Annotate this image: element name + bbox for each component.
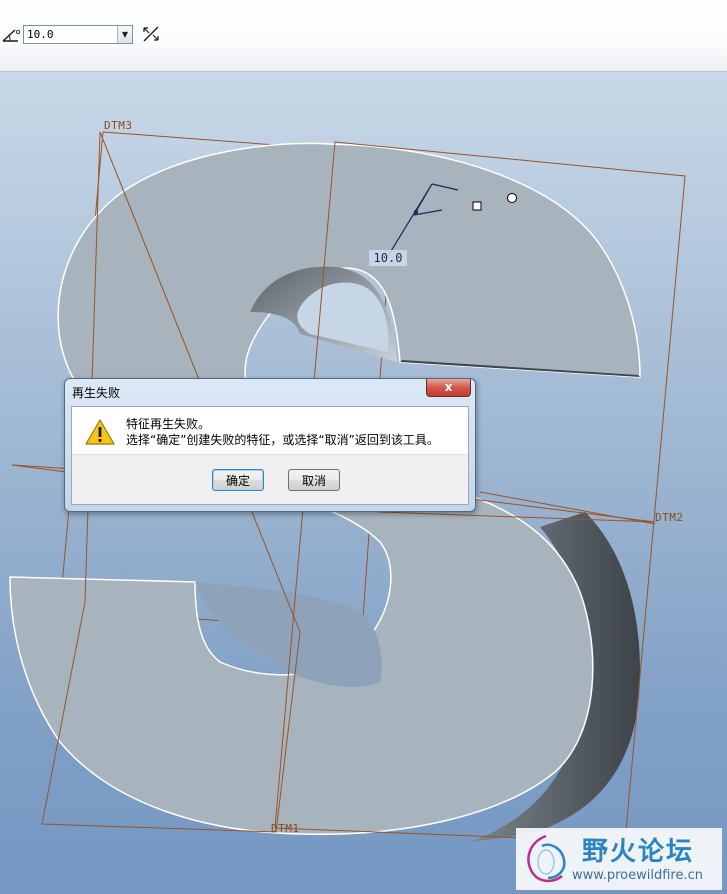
drag-handle-circle[interactable] (507, 193, 517, 203)
angle-value-input[interactable] (24, 26, 119, 43)
drag-handle-square[interactable] (472, 201, 482, 211)
dialog-body: 特征再生失败。 选择“确定”创建失败的特征，或选择“取消”返回到该工具。 确定 … (71, 406, 469, 505)
message-line-2: 选择“确定”创建失败的特征，或选择“取消”返回到该工具。 (126, 433, 439, 447)
regeneration-failed-dialog: 再生失败 x 特征再生失败。 选择“确定”创建失败的特征，或选择“取消”返回到该… (64, 378, 476, 512)
ok-button[interactable]: 确定 (212, 469, 264, 491)
close-icon[interactable]: x (426, 379, 471, 397)
angle-value-combobox[interactable]: ▼ (23, 25, 133, 44)
dashboard-toolbar: ▼ (0, 0, 727, 72)
dimension-value[interactable]: 10.0 (369, 250, 407, 266)
forum-watermark: 野火论坛 www.proewildfire.cn (516, 828, 722, 890)
datum-label-dtm3: DTM3 (104, 119, 133, 132)
angle-icon (2, 29, 20, 42)
cancel-button[interactable]: 取消 (288, 469, 340, 491)
chevron-down-icon[interactable]: ▼ (117, 26, 132, 43)
datum-label-dtm2: DTM2 (655, 511, 684, 524)
flip-direction-icon[interactable] (141, 24, 161, 44)
forum-logo-icon (527, 834, 566, 883)
watermark-url: www.proewildfire.cn (572, 868, 703, 883)
datum-label-dtm1: DTM1 (271, 822, 300, 835)
message-line-1: 特征再生失败。 (126, 417, 211, 431)
message-area: 特征再生失败。 选择“确定”创建失败的特征，或选择“取消”返回到该工具。 (72, 407, 468, 455)
dialog-title: 再生失败 (72, 386, 121, 400)
warning-icon (85, 419, 115, 445)
watermark-title: 野火论坛 (582, 837, 695, 867)
